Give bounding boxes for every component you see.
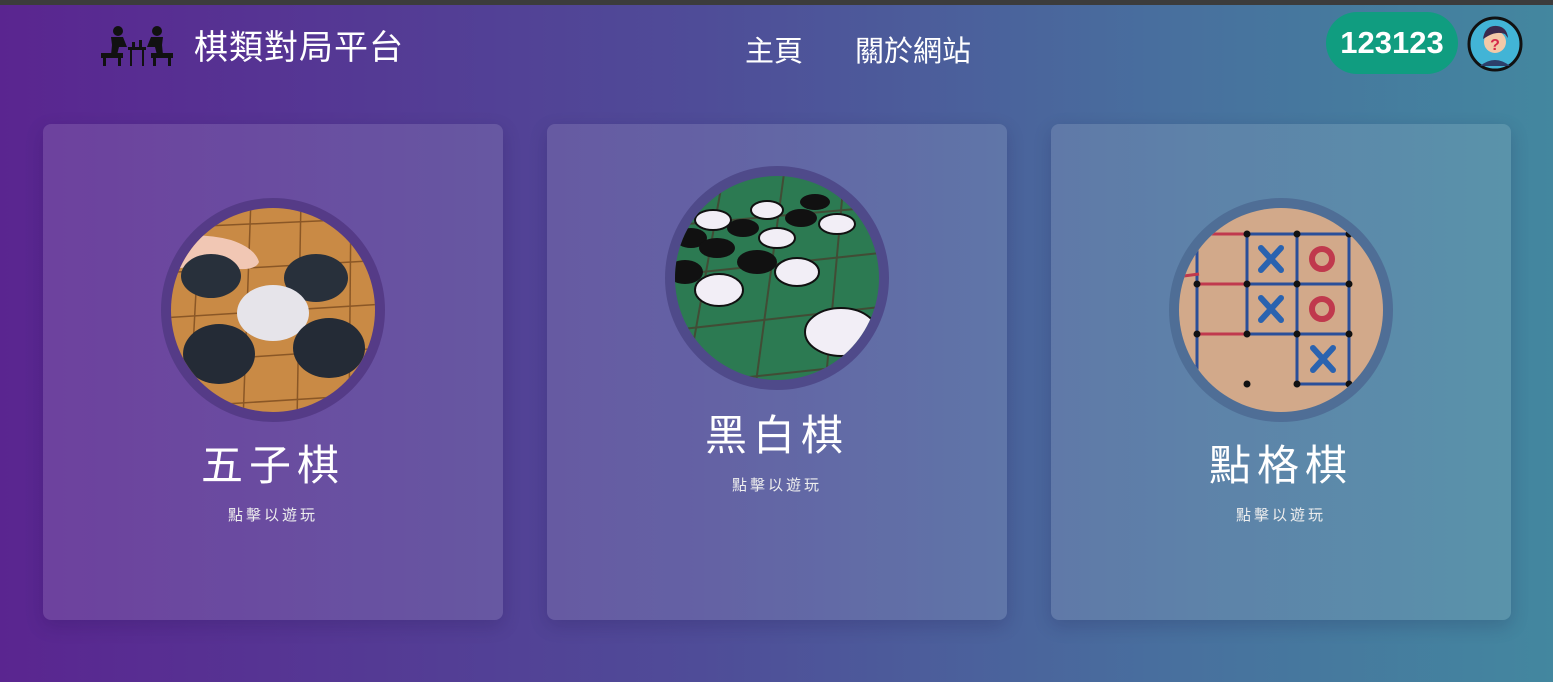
dots-and-boxes-image xyxy=(1169,198,1393,422)
site-title: 棋類對局平台 xyxy=(194,28,404,68)
gomoku-board-image xyxy=(161,198,385,422)
game-title: 點格棋 xyxy=(1208,441,1353,490)
game-card-gomoku[interactable]: 五子棋 點擊以遊玩 xyxy=(43,124,503,620)
top-edge-strip xyxy=(0,0,1553,5)
game-subtitle: 點擊以遊玩 xyxy=(1235,506,1326,524)
nav-about-link[interactable]: 關於網站 xyxy=(855,28,971,70)
game-title: 五子棋 xyxy=(200,441,345,490)
user-id-button[interactable]: 123123 xyxy=(1326,12,1458,74)
brand[interactable]: 棋類對局平台 xyxy=(100,20,404,69)
unknown-user-avatar-icon[interactable]: ? xyxy=(1467,16,1523,72)
game-title: 黑白棋 xyxy=(704,411,849,460)
game-subtitle: 點擊以遊玩 xyxy=(227,506,318,524)
svg-text:?: ? xyxy=(1490,37,1500,54)
game-subtitle: 點擊以遊玩 xyxy=(731,476,822,494)
chess-players-icon xyxy=(101,25,173,66)
main-nav: 主頁 關於網站 xyxy=(745,28,971,70)
othello-board-image xyxy=(665,166,889,390)
game-card-othello[interactable]: 黑白棋 點擊以遊玩 xyxy=(547,124,1007,620)
nav-home-link[interactable]: 主頁 xyxy=(745,28,803,70)
game-card-dots-and-boxes[interactable]: 點格棋 點擊以遊玩 xyxy=(1051,124,1511,620)
